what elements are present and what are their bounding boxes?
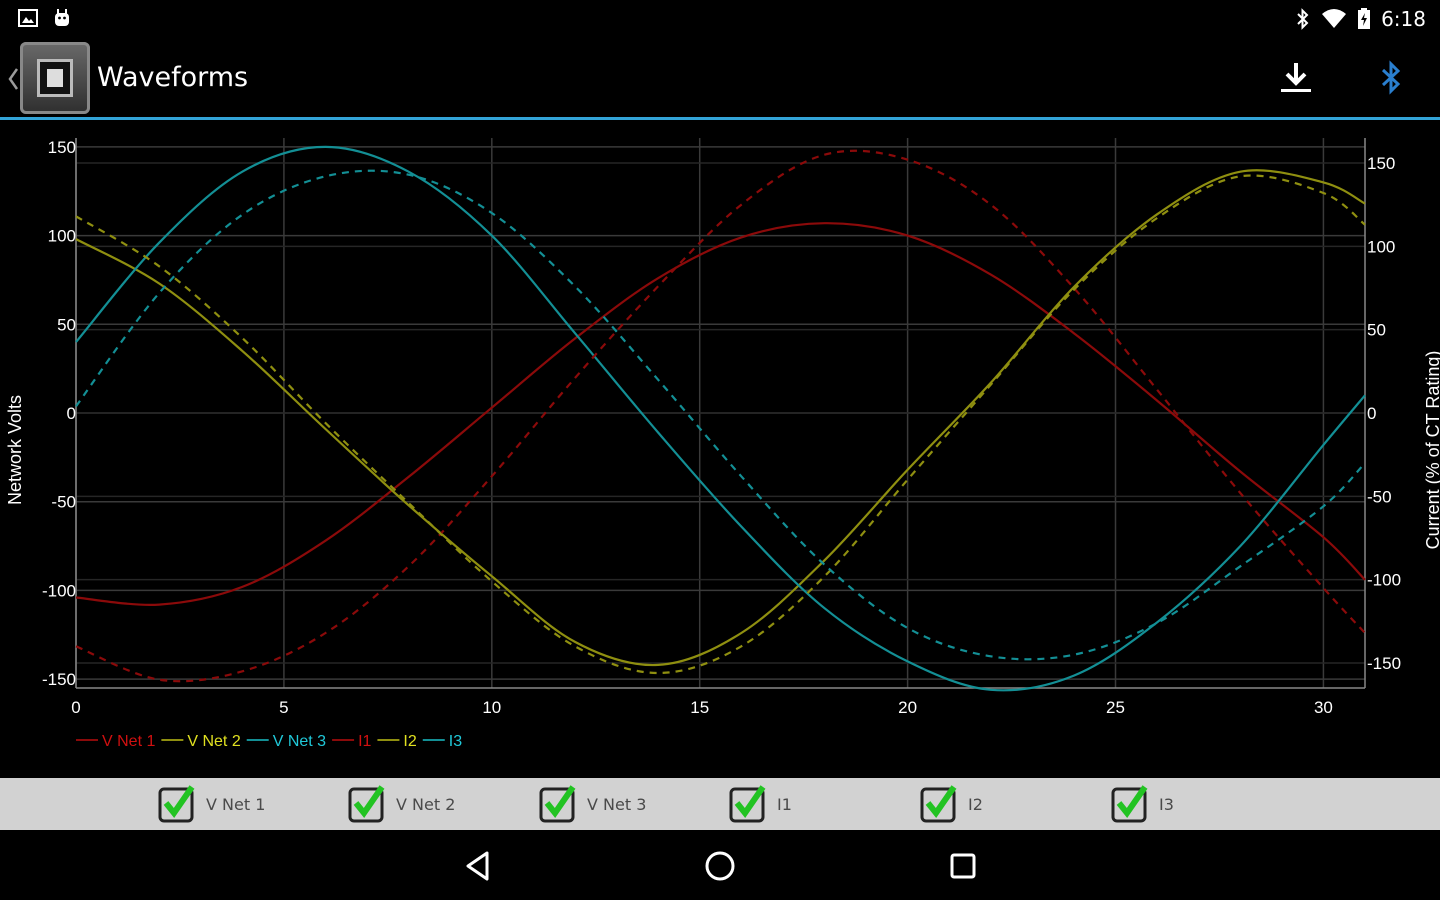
y-tick-label: -150 (42, 670, 76, 689)
nav-home-button[interactable] (690, 844, 750, 888)
status-time: 6:18 (1381, 7, 1426, 31)
x-tick-label: 15 (690, 698, 709, 717)
y-tick-label: 50 (57, 315, 76, 334)
y-tick-label: -100 (42, 581, 76, 600)
checkbox-checked-icon[interactable] (348, 785, 386, 823)
legend-label: V Net 2 (187, 733, 240, 750)
download-button[interactable] (1271, 52, 1321, 104)
x-tick-label: 25 (1106, 698, 1125, 717)
bluetooth-icon (1297, 8, 1309, 30)
y2-tick-label: 150 (1367, 154, 1395, 173)
nav-recents-button[interactable] (933, 844, 993, 888)
y2-tick-label: 50 (1367, 321, 1386, 340)
y2-tick-label: 0 (1367, 404, 1376, 423)
toggle-v-net-3[interactable]: V Net 3 (539, 784, 646, 824)
x-tick-label: 0 (71, 698, 80, 717)
checkbox-checked-icon[interactable] (539, 785, 577, 823)
toggle-label: I3 (1159, 794, 1174, 814)
battery-icon (1358, 8, 1371, 29)
toggle-label: V Net 3 (587, 794, 647, 814)
y2-tick-label: -50 (1367, 487, 1392, 506)
y-tick-label: 100 (48, 227, 76, 246)
legend-label: V Net 3 (273, 733, 326, 750)
chart-legend: V Net 1 V Net 2 V Net 3 I1 I2 I3 (76, 733, 462, 750)
series-toggle-bar: V Net 1 V Net 2 V Net 3 I1 I2 I3 (0, 778, 1440, 830)
checkbox-checked-icon[interactable] (729, 785, 767, 823)
home-icon (705, 851, 735, 881)
chart-ticks: 0 5 10 15 20 25 30 150 100 50 0 -50 -100 -150 150 100 50… (42, 138, 1401, 717)
series-line-v-net-3 (75, 145, 1366, 692)
recents-icon (950, 853, 976, 879)
toggle-label: I2 (968, 794, 983, 814)
legend-label: V Net 1 (102, 733, 155, 750)
series-line-i1 (75, 149, 1366, 683)
waveform-chart: 0 5 10 15 20 25 30 150 100 50 0 -50 -100 -150 150 100 50… (5, 138, 1440, 750)
up-chevron-icon[interactable] (6, 66, 20, 92)
series-line-i3 (75, 169, 1366, 661)
toggle-i2[interactable]: I2 (920, 784, 983, 824)
app-icon[interactable] (20, 42, 90, 114)
toggle-i1[interactable]: I1 (729, 784, 792, 824)
navigation-bar (0, 830, 1440, 900)
toggle-v-net-1[interactable]: V Net 1 (158, 784, 265, 824)
x-tick-label: 5 (279, 698, 288, 717)
checkbox-checked-icon[interactable] (1111, 785, 1149, 823)
series-line-i2 (75, 174, 1366, 675)
image-icon (18, 9, 38, 27)
chart-series (75, 145, 1366, 692)
back-icon (466, 851, 489, 881)
toggle-v-net-2[interactable]: V Net 2 (348, 784, 455, 824)
y-tick-label: 150 (48, 138, 76, 157)
y2-axis-label: Current (% of CT Rating) (1423, 351, 1440, 550)
x-tick-label: 30 (1314, 698, 1333, 717)
y2-tick-label: 100 (1367, 237, 1395, 256)
download-icon (1281, 63, 1311, 92)
toggle-label: V Net 1 (206, 794, 266, 814)
y2-tick-label: -100 (1367, 571, 1401, 590)
bluetooth-icon (1381, 60, 1401, 95)
checkbox-checked-icon[interactable] (920, 785, 958, 823)
toggle-i3[interactable]: I3 (1111, 784, 1174, 824)
android-debug-icon (55, 9, 69, 26)
toggle-label: I1 (777, 794, 792, 814)
y-axis-label: Network Volts (5, 395, 25, 505)
y-tick-label: 0 (67, 404, 76, 423)
page-title: Waveforms (97, 62, 249, 93)
legend-label: I1 (358, 733, 371, 750)
y-tick-label: -50 (51, 493, 76, 512)
legend-label: I3 (449, 733, 462, 750)
x-tick-label: 10 (482, 698, 501, 717)
nav-back-button[interactable] (448, 844, 508, 888)
toggle-label: V Net 2 (396, 794, 456, 814)
x-tick-label: 20 (898, 698, 917, 717)
wifi-icon (1322, 9, 1347, 28)
series-line-v-net-1 (75, 222, 1366, 606)
y2-tick-label: -150 (1367, 654, 1401, 673)
status-bar: 6:18 (0, 0, 1440, 36)
bluetooth-button[interactable] (1366, 52, 1416, 104)
legend-label: I2 (403, 733, 416, 750)
checkbox-checked-icon[interactable] (158, 785, 196, 823)
